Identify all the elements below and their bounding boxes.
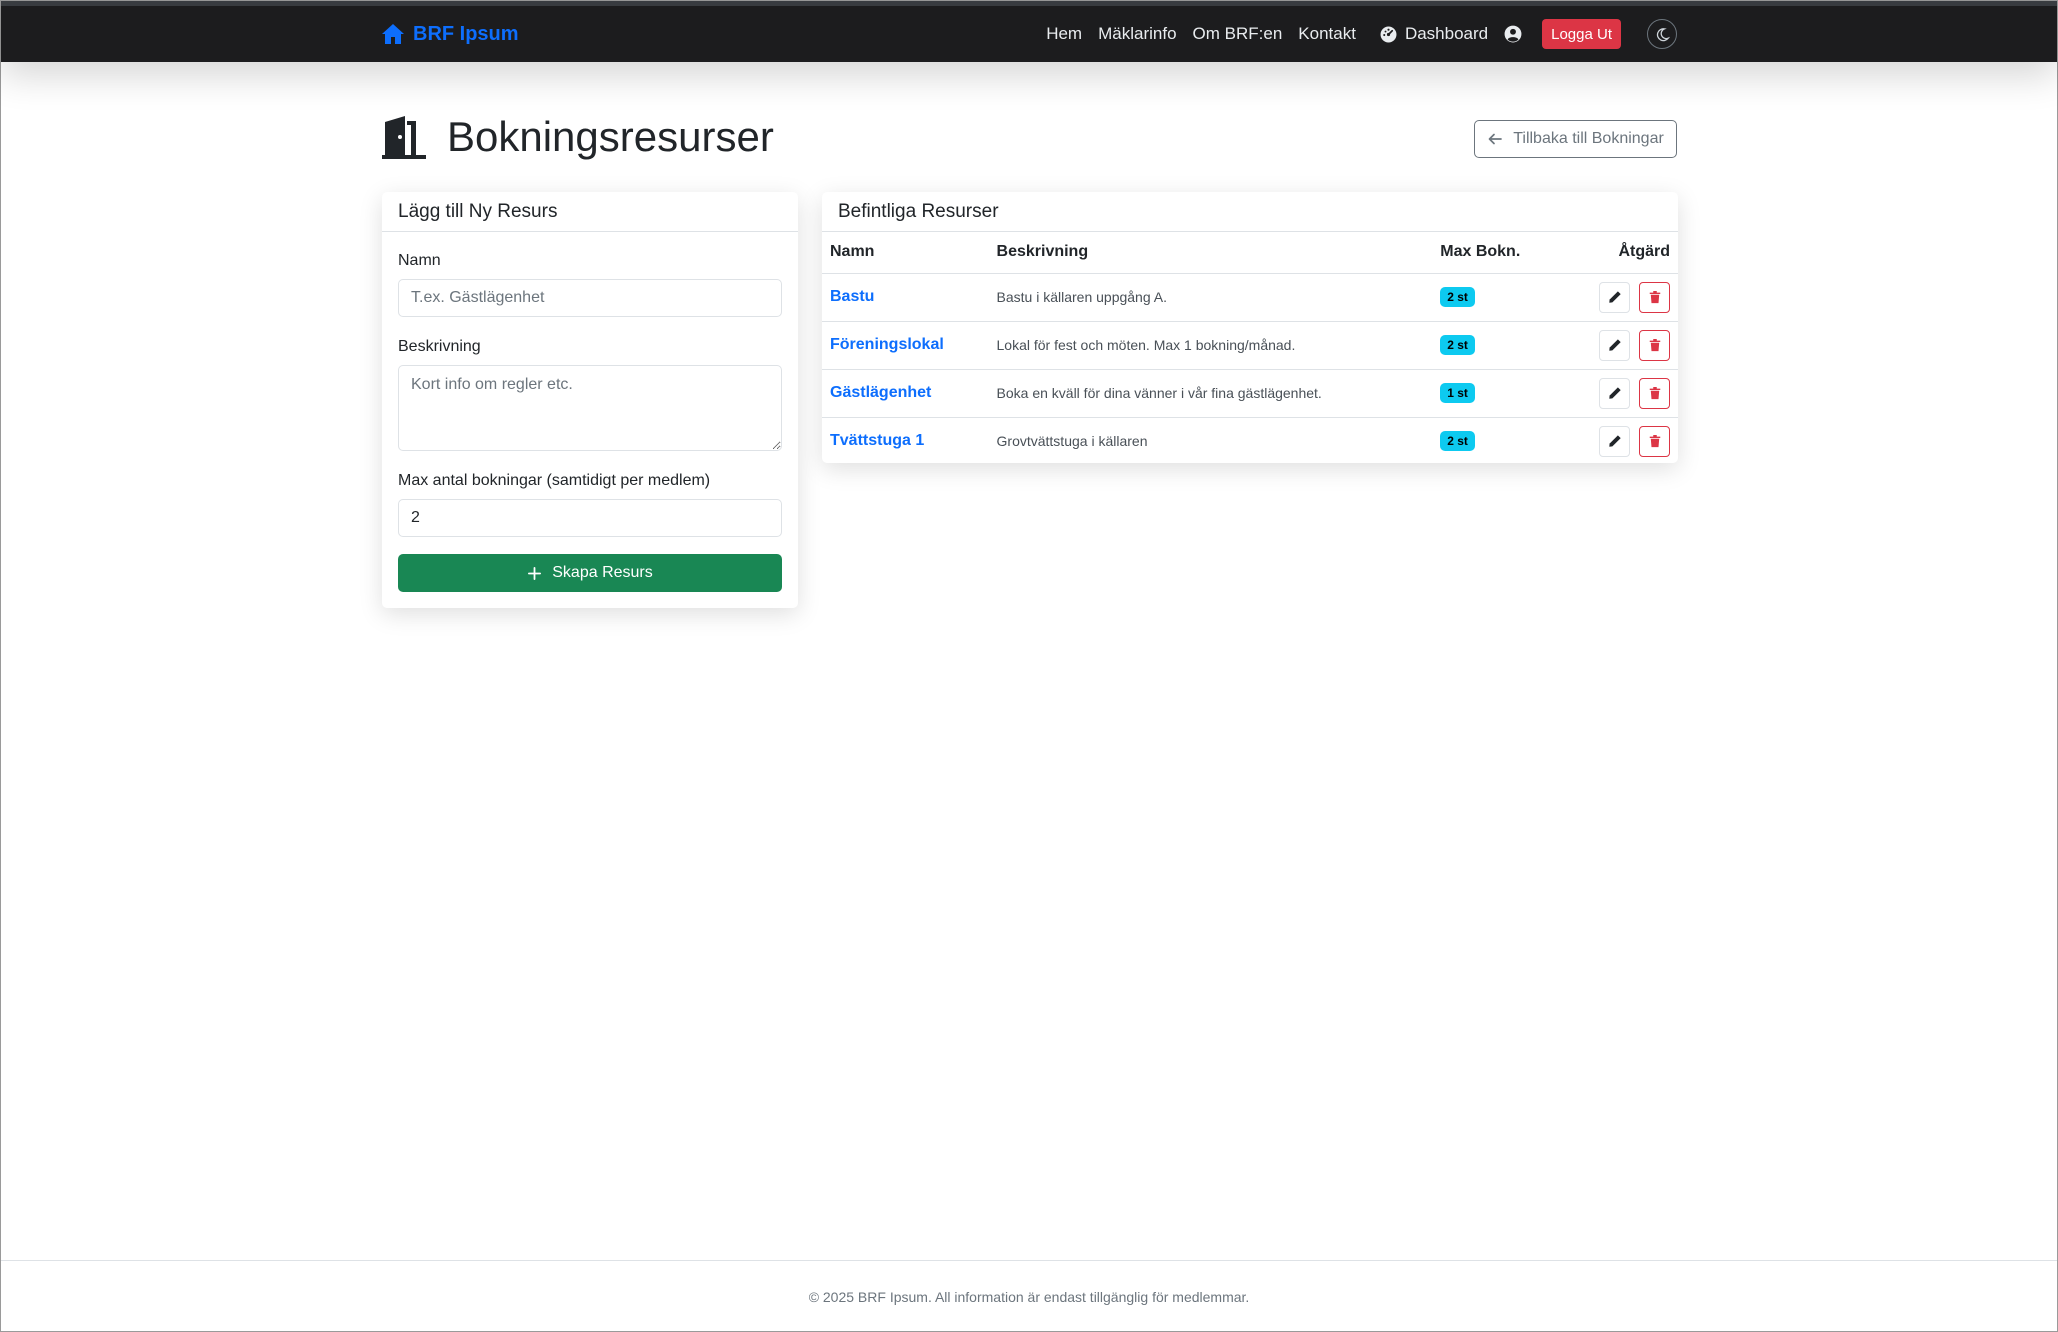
back-to-bookings-button[interactable]: Tillbaka till Bokningar	[1474, 120, 1677, 158]
arrow-left-icon	[1488, 133, 1503, 145]
back-button-label: Tillbaka till Bokningar	[1513, 130, 1664, 147]
nav-link-dashboard[interactable]: Dashboard	[1380, 24, 1488, 44]
footer-text: © 2025 BRF Ipsum. All information är end…	[808, 1288, 1250, 1305]
column-header-name: Namn	[822, 232, 989, 274]
nav-link-hem[interactable]: Hem	[1046, 24, 1082, 44]
speedometer-icon	[1380, 26, 1397, 42]
create-resource-label: Skapa Resurs	[552, 564, 653, 581]
edit-button[interactable]	[1599, 377, 1630, 409]
existing-resources-header: Befintliga Resurser	[822, 192, 1678, 232]
table-row: Gästlägenhet Boka en kväll för dina vänn…	[822, 369, 1678, 418]
pencil-icon	[1608, 435, 1621, 447]
existing-resources-card: Befintliga Resurser Namn Beskrivning Max…	[822, 192, 1678, 463]
delete-button[interactable]	[1639, 329, 1670, 361]
table-row: Föreningslokal Lokal för fest och möten.…	[822, 321, 1678, 370]
delete-button[interactable]	[1639, 425, 1670, 457]
name-label: Namn	[398, 252, 441, 269]
nav-links: Hem Mäklarinfo Om BRF:en Kontakt Dashboa…	[1046, 18, 1677, 50]
delete-button[interactable]	[1639, 281, 1670, 313]
max-bookings-label: Max antal bokningar (samtidigt per medle…	[398, 472, 711, 489]
description-label: Beskrivning	[398, 338, 481, 355]
house-icon	[382, 24, 404, 44]
resource-name-link[interactable]: Bastu	[830, 288, 874, 305]
logout-button[interactable]: Logga Ut	[1542, 19, 1621, 49]
column-header-description: Beskrivning	[988, 232, 1433, 274]
edit-button[interactable]	[1599, 425, 1630, 457]
table-header-row: Namn Beskrivning Max Bokn. Åtgärd	[822, 232, 1678, 274]
resource-name-link[interactable]: Föreningslokal	[830, 336, 944, 353]
max-bookings-input[interactable]	[398, 499, 782, 537]
delete-button[interactable]	[1639, 377, 1670, 409]
edit-button[interactable]	[1599, 329, 1630, 361]
nav-link-kontakt[interactable]: Kontakt	[1298, 24, 1356, 44]
resource-description: Lokal för fest och möten. Max 1 bokning/…	[988, 321, 1433, 370]
pencil-icon	[1608, 291, 1621, 303]
name-input[interactable]	[398, 279, 782, 317]
resource-name-link[interactable]: Tvättstuga 1	[830, 432, 924, 449]
theme-toggle-button[interactable]	[1647, 19, 1677, 49]
max-bookings-badge: 1 st	[1440, 383, 1475, 403]
plus-icon	[528, 566, 542, 580]
dashboard-label: Dashboard	[1404, 24, 1489, 43]
trash-icon	[1649, 387, 1660, 400]
resource-description: Boka en kväll för dina vänner i vår fina…	[988, 369, 1433, 418]
resource-description: Bastu i källaren uppgång A.	[988, 273, 1433, 322]
max-bookings-badge: 2 st	[1440, 431, 1475, 452]
add-resource-card: Lägg till Ny Resurs Namn Beskrivning Max…	[382, 192, 798, 608]
pencil-icon	[1608, 339, 1621, 351]
footer: © 2025 BRF Ipsum. All information är end…	[1, 1260, 2057, 1332]
max-bookings-badge: 2 st	[1440, 335, 1475, 355]
navbar: BRF Ipsum Hem Mäklarinfo Om BRF:en Konta…	[1, 6, 2057, 62]
column-header-action: Åtgärd	[1591, 232, 1678, 274]
user-circle-icon[interactable]	[1504, 25, 1522, 43]
brand-link[interactable]: BRF Ipsum	[381, 20, 519, 48]
max-bookings-badge: 2 st	[1440, 287, 1475, 307]
table-row: Tvättstuga 1 Grovtvättstuga i källaren 2…	[822, 417, 1678, 465]
moon-icon	[1656, 27, 1670, 41]
description-textarea[interactable]	[398, 365, 782, 451]
column-header-max: Max Bokn.	[1432, 232, 1591, 274]
trash-icon	[1649, 339, 1660, 352]
nav-link-om-brf[interactable]: Om BRF:en	[1193, 24, 1283, 44]
trash-icon	[1649, 291, 1660, 304]
door-icon	[382, 116, 426, 159]
trash-icon	[1649, 435, 1660, 448]
table-row: Bastu Bastu i källaren uppgång A. 2 st	[822, 273, 1678, 322]
resource-name-link[interactable]: Gästlägenhet	[830, 384, 931, 401]
create-resource-button[interactable]: Skapa Resurs	[398, 554, 782, 592]
resource-description: Grovtvättstuga i källaren	[996, 433, 1148, 450]
add-resource-header: Lägg till Ny Resurs	[382, 192, 798, 232]
pencil-icon	[1608, 387, 1621, 399]
resources-table: Namn Beskrivning Max Bokn. Åtgärd Bastu …	[822, 232, 1678, 465]
nav-link-maklarinfo[interactable]: Mäklarinfo	[1098, 24, 1176, 44]
edit-button[interactable]	[1599, 281, 1630, 313]
page-title: Bokningsresurser	[447, 113, 774, 160]
brand-name: BRF Ipsum	[413, 22, 519, 45]
page-header: Bokningsresurser	[381, 113, 774, 161]
